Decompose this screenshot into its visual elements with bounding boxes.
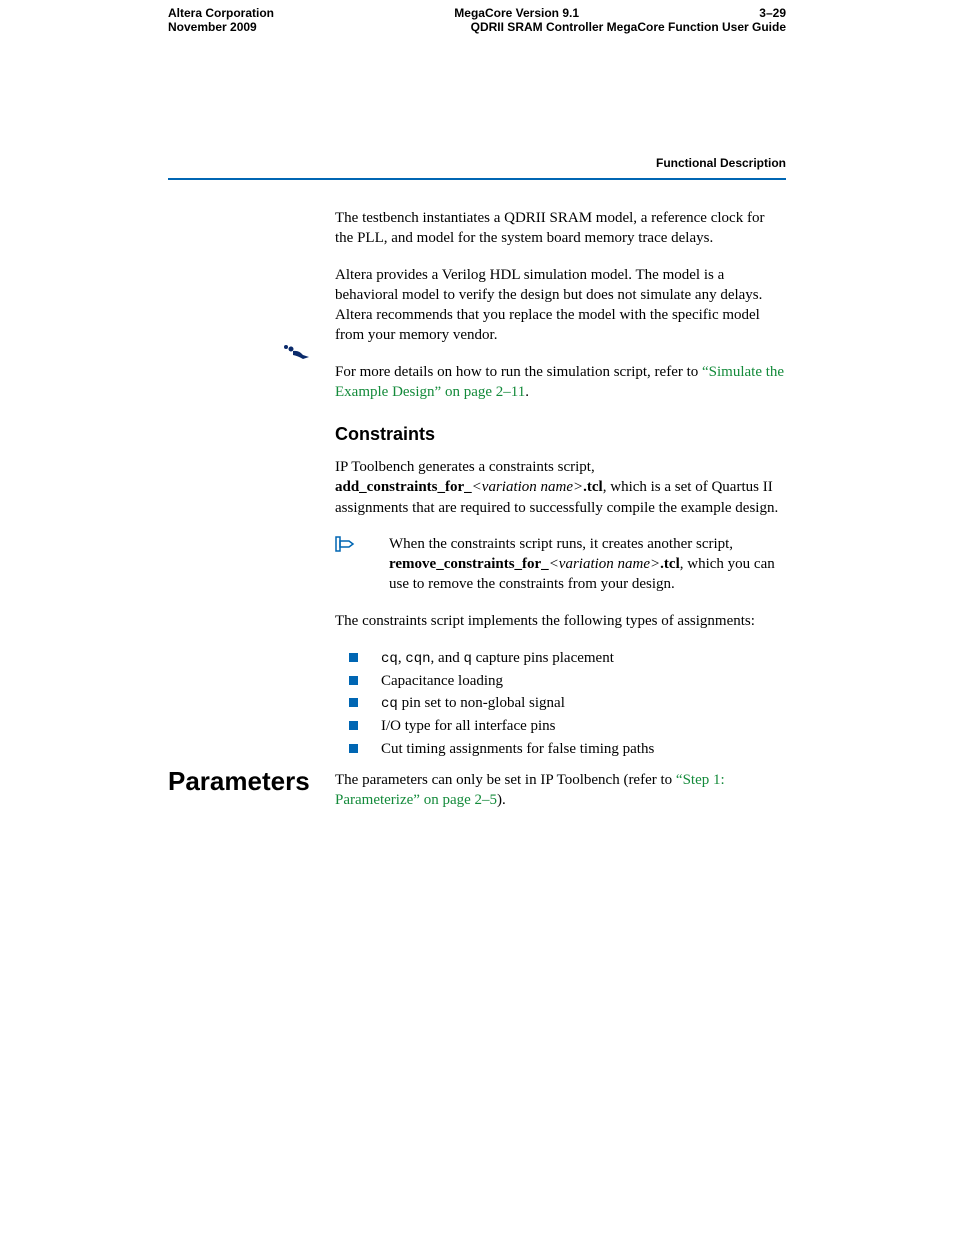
list-item: Capacitance loading xyxy=(349,670,786,693)
main-content: The testbench instantiates a QDRII SRAM … xyxy=(335,208,786,776)
cursor-note-icon xyxy=(283,344,311,362)
bullet-list: cq, cqn, and q capture pins placement Ca… xyxy=(349,647,786,761)
signal-name: cqn xyxy=(405,651,430,667)
text: For more details on how to run the simul… xyxy=(335,364,702,380)
text: capture pins placement xyxy=(472,650,614,666)
paragraph-with-link: For more details on how to run the simul… xyxy=(335,362,786,403)
paragraph: Altera provides a Verilog HDL simulation… xyxy=(335,265,786,346)
footer-page-number: 3–29 xyxy=(759,6,786,20)
text: ). xyxy=(497,792,506,808)
text: IP Toolbench generates a constraints scr… xyxy=(335,459,595,475)
header-rule xyxy=(168,178,786,180)
pointing-hand-icon xyxy=(335,536,357,552)
filename-ext: .tcl xyxy=(660,556,680,572)
note-block: When the constraints script runs, it cre… xyxy=(335,534,786,595)
text: . xyxy=(525,384,529,400)
filename-prefix: add_constraints_for_ xyxy=(335,479,472,495)
footer-version: MegaCore Version 9.1 xyxy=(274,6,759,20)
document-page: Functional Description The testbench ins… xyxy=(0,0,954,150)
list-item: I/O type for all interface pins xyxy=(349,715,786,738)
paragraph: IP Toolbench generates a constraints scr… xyxy=(335,457,786,518)
footer-row: November 2009 QDRII SRAM Controller Mega… xyxy=(168,20,786,34)
footer-doc-title: QDRII SRAM Controller MegaCore Function … xyxy=(257,20,786,34)
heading-parameters: Parameters xyxy=(168,766,310,797)
list-item: cq, cqn, and q capture pins placement xyxy=(349,647,786,670)
signal-name: q xyxy=(463,651,471,667)
running-head: Functional Description xyxy=(656,156,786,170)
text: pin set to non-global signal xyxy=(398,695,565,711)
footer-corporation: Altera Corporation xyxy=(168,6,274,20)
text: When the constraints script runs, it cre… xyxy=(389,536,733,552)
text: The parameters can only be set in IP Too… xyxy=(335,772,676,788)
text: , and xyxy=(431,650,464,666)
paragraph: The constraints script implements the fo… xyxy=(335,611,786,631)
list-item: cq pin set to non-global signal xyxy=(349,692,786,715)
signal-name: cq xyxy=(381,651,398,667)
page-footer: Altera Corporation MegaCore Version 9.1 … xyxy=(168,6,786,34)
footer-row: Altera Corporation MegaCore Version 9.1 … xyxy=(168,6,786,20)
list-item: Cut timing assignments for false timing … xyxy=(349,738,786,761)
variable: <variation name> xyxy=(549,556,660,572)
heading-constraints: Constraints xyxy=(335,424,786,445)
footer-date: November 2009 xyxy=(168,20,257,34)
variable: <variation name> xyxy=(472,479,583,495)
parameters-paragraph: The parameters can only be set in IP Too… xyxy=(335,770,786,811)
signal-name: cq xyxy=(381,696,398,712)
filename-prefix: remove_constraints_for_ xyxy=(389,556,549,572)
paragraph: The testbench instantiates a QDRII SRAM … xyxy=(335,208,786,249)
filename-ext: .tcl xyxy=(583,479,603,495)
